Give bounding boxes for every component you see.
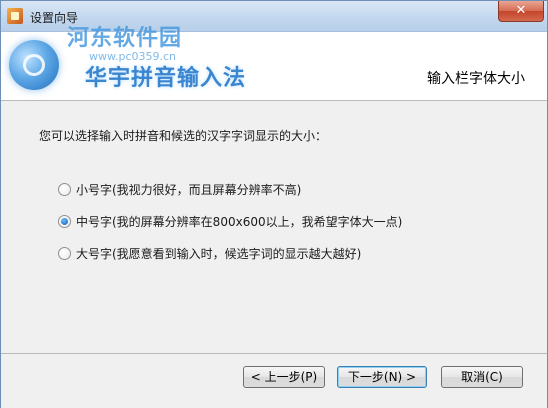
- next-button[interactable]: 下一步(N) >: [337, 366, 427, 388]
- product-name: 华宇拼音输入法: [85, 66, 247, 91]
- option-label: 大号字(我愿意看到输入时，候选字词的显示越大越好): [76, 246, 362, 261]
- radio-large-font[interactable]: [58, 246, 71, 260]
- setup-wizard-window: 设置向导 ✕ 河东软件园 www.pc0359.cn 华宇拼音输入法 输入栏字体…: [0, 0, 548, 408]
- watermark-site-name: 河东软件园: [67, 25, 183, 51]
- app-icon: [7, 8, 23, 24]
- back-button[interactable]: < 上一步(P): [243, 366, 325, 388]
- option-medium-font[interactable]: 中号字(我的屏幕分辨率在800x600以上，我希望字体大一点): [58, 213, 402, 229]
- option-label: 中号字(我的屏幕分辨率在800x600以上，我希望字体大一点): [76, 214, 403, 229]
- option-small-font[interactable]: 小号字(我视力很好，而且屏幕分辨率不高): [58, 181, 301, 197]
- logo-emblem-icon: [9, 40, 59, 90]
- wizard-footer: < 上一步(P) 下一步(N) > 取消(C): [1, 353, 547, 408]
- wizard-content: 您可以选择输入时拼音和候选的汉字字词显示的大小： 小号字(我视力很好，而且屏幕分…: [1, 101, 547, 353]
- radio-small-font[interactable]: [58, 182, 71, 196]
- page-title: 输入栏字体大小: [427, 71, 525, 87]
- close-button[interactable]: ✕: [498, 1, 544, 22]
- wizard-header: 河东软件园 www.pc0359.cn 华宇拼音输入法 输入栏字体大小: [1, 25, 547, 101]
- cancel-button[interactable]: 取消(C): [441, 366, 523, 388]
- prompt-text: 您可以选择输入时拼音和候选的汉字字词显示的大小：: [39, 129, 328, 143]
- radio-medium-font[interactable]: [58, 214, 71, 228]
- option-label: 小号字(我视力很好，而且屏幕分辨率不高): [76, 182, 302, 197]
- option-large-font[interactable]: 大号字(我愿意看到输入时，候选字词的显示越大越好): [58, 245, 361, 261]
